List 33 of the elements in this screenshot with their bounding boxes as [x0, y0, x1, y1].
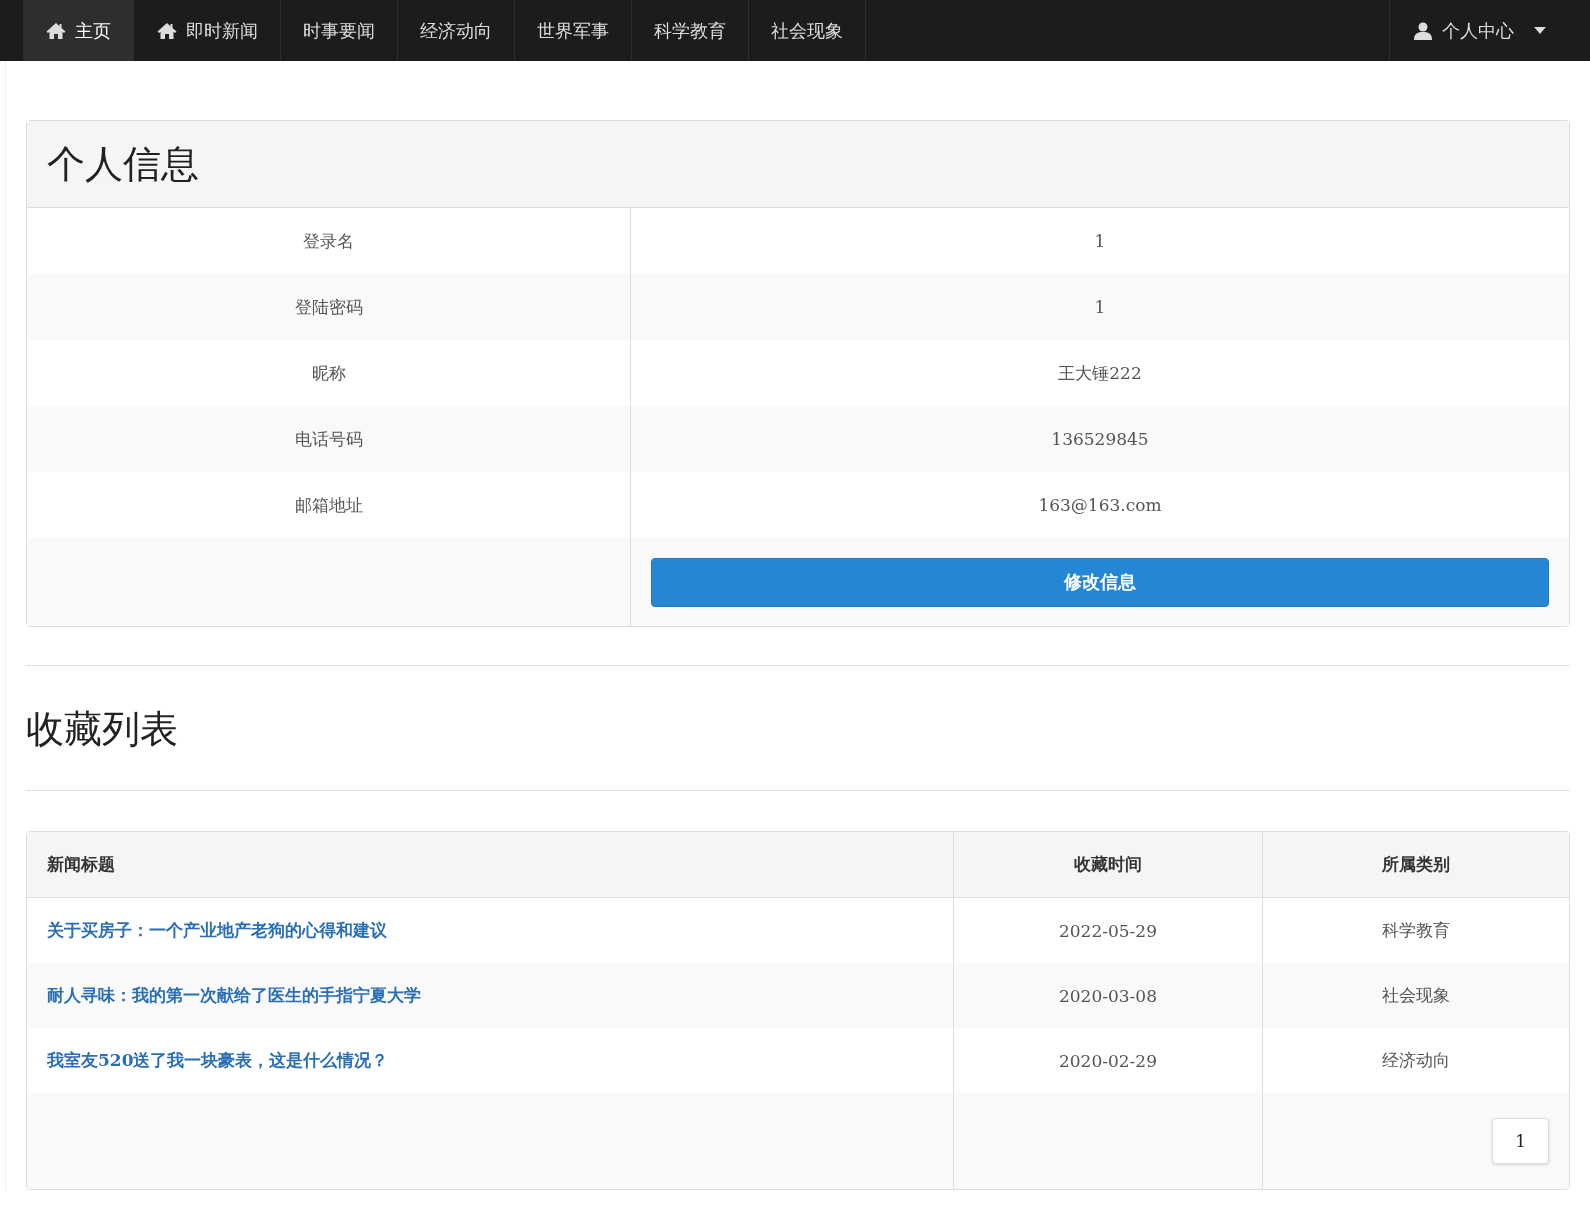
edit-info-button[interactable]: 修改信息 — [651, 557, 1549, 607]
news-link[interactable]: 耐人寻味：我的第一次献给了医生的手指宁夏大学 — [47, 985, 421, 1005]
field-label: 电话号码 — [27, 406, 631, 472]
nav-item[interactable]: 世界军事 — [515, 0, 632, 61]
nav-item[interactable]: 时事要闻 — [281, 0, 398, 61]
home-icon — [156, 21, 178, 40]
table-cell: 经济动向 — [1262, 1028, 1569, 1093]
news-link[interactable]: 关于买房子：一个产业地产老狗的心得和建议 — [47, 920, 387, 940]
field-label: 登陆密码 — [27, 274, 631, 340]
panel-title: 个人信息 — [47, 141, 200, 188]
field-value: 163@163.com — [630, 472, 1569, 538]
table-cell: 科学教育 — [1262, 897, 1569, 963]
user-menu[interactable]: 个人中心 — [1389, 0, 1568, 61]
field-value: 1 — [630, 274, 1569, 340]
caret-icon — [1534, 27, 1546, 34]
column-header: 收藏时间 — [953, 832, 1263, 898]
table-cell: 社会现象 — [1262, 963, 1569, 1028]
nav-item[interactable]: 主页 — [23, 0, 134, 61]
nav-item[interactable]: 社会现象 — [749, 0, 866, 61]
user-icon — [1412, 21, 1434, 40]
home-icon — [45, 21, 67, 40]
field-value: 王大锤222 — [630, 340, 1569, 406]
field-value: 1 — [630, 208, 1569, 274]
section-title: 收藏列表 — [26, 706, 179, 753]
column-header: 所属类别 — [1262, 832, 1569, 898]
page-button[interactable]: 1 — [1492, 1118, 1549, 1164]
field-value: 136529845 — [630, 406, 1569, 472]
nav-item[interactable]: 科学教育 — [632, 0, 749, 61]
table-cell: 2020-03-08 — [953, 963, 1263, 1028]
news-link[interactable]: 我室友520送了我一块豪表，这是什么情况？ — [47, 1050, 389, 1070]
nav-item[interactable]: 经济动向 — [398, 0, 515, 61]
nav-item[interactable]: 即时新闻 — [134, 0, 281, 61]
column-header: 新闻标题 — [27, 832, 954, 898]
